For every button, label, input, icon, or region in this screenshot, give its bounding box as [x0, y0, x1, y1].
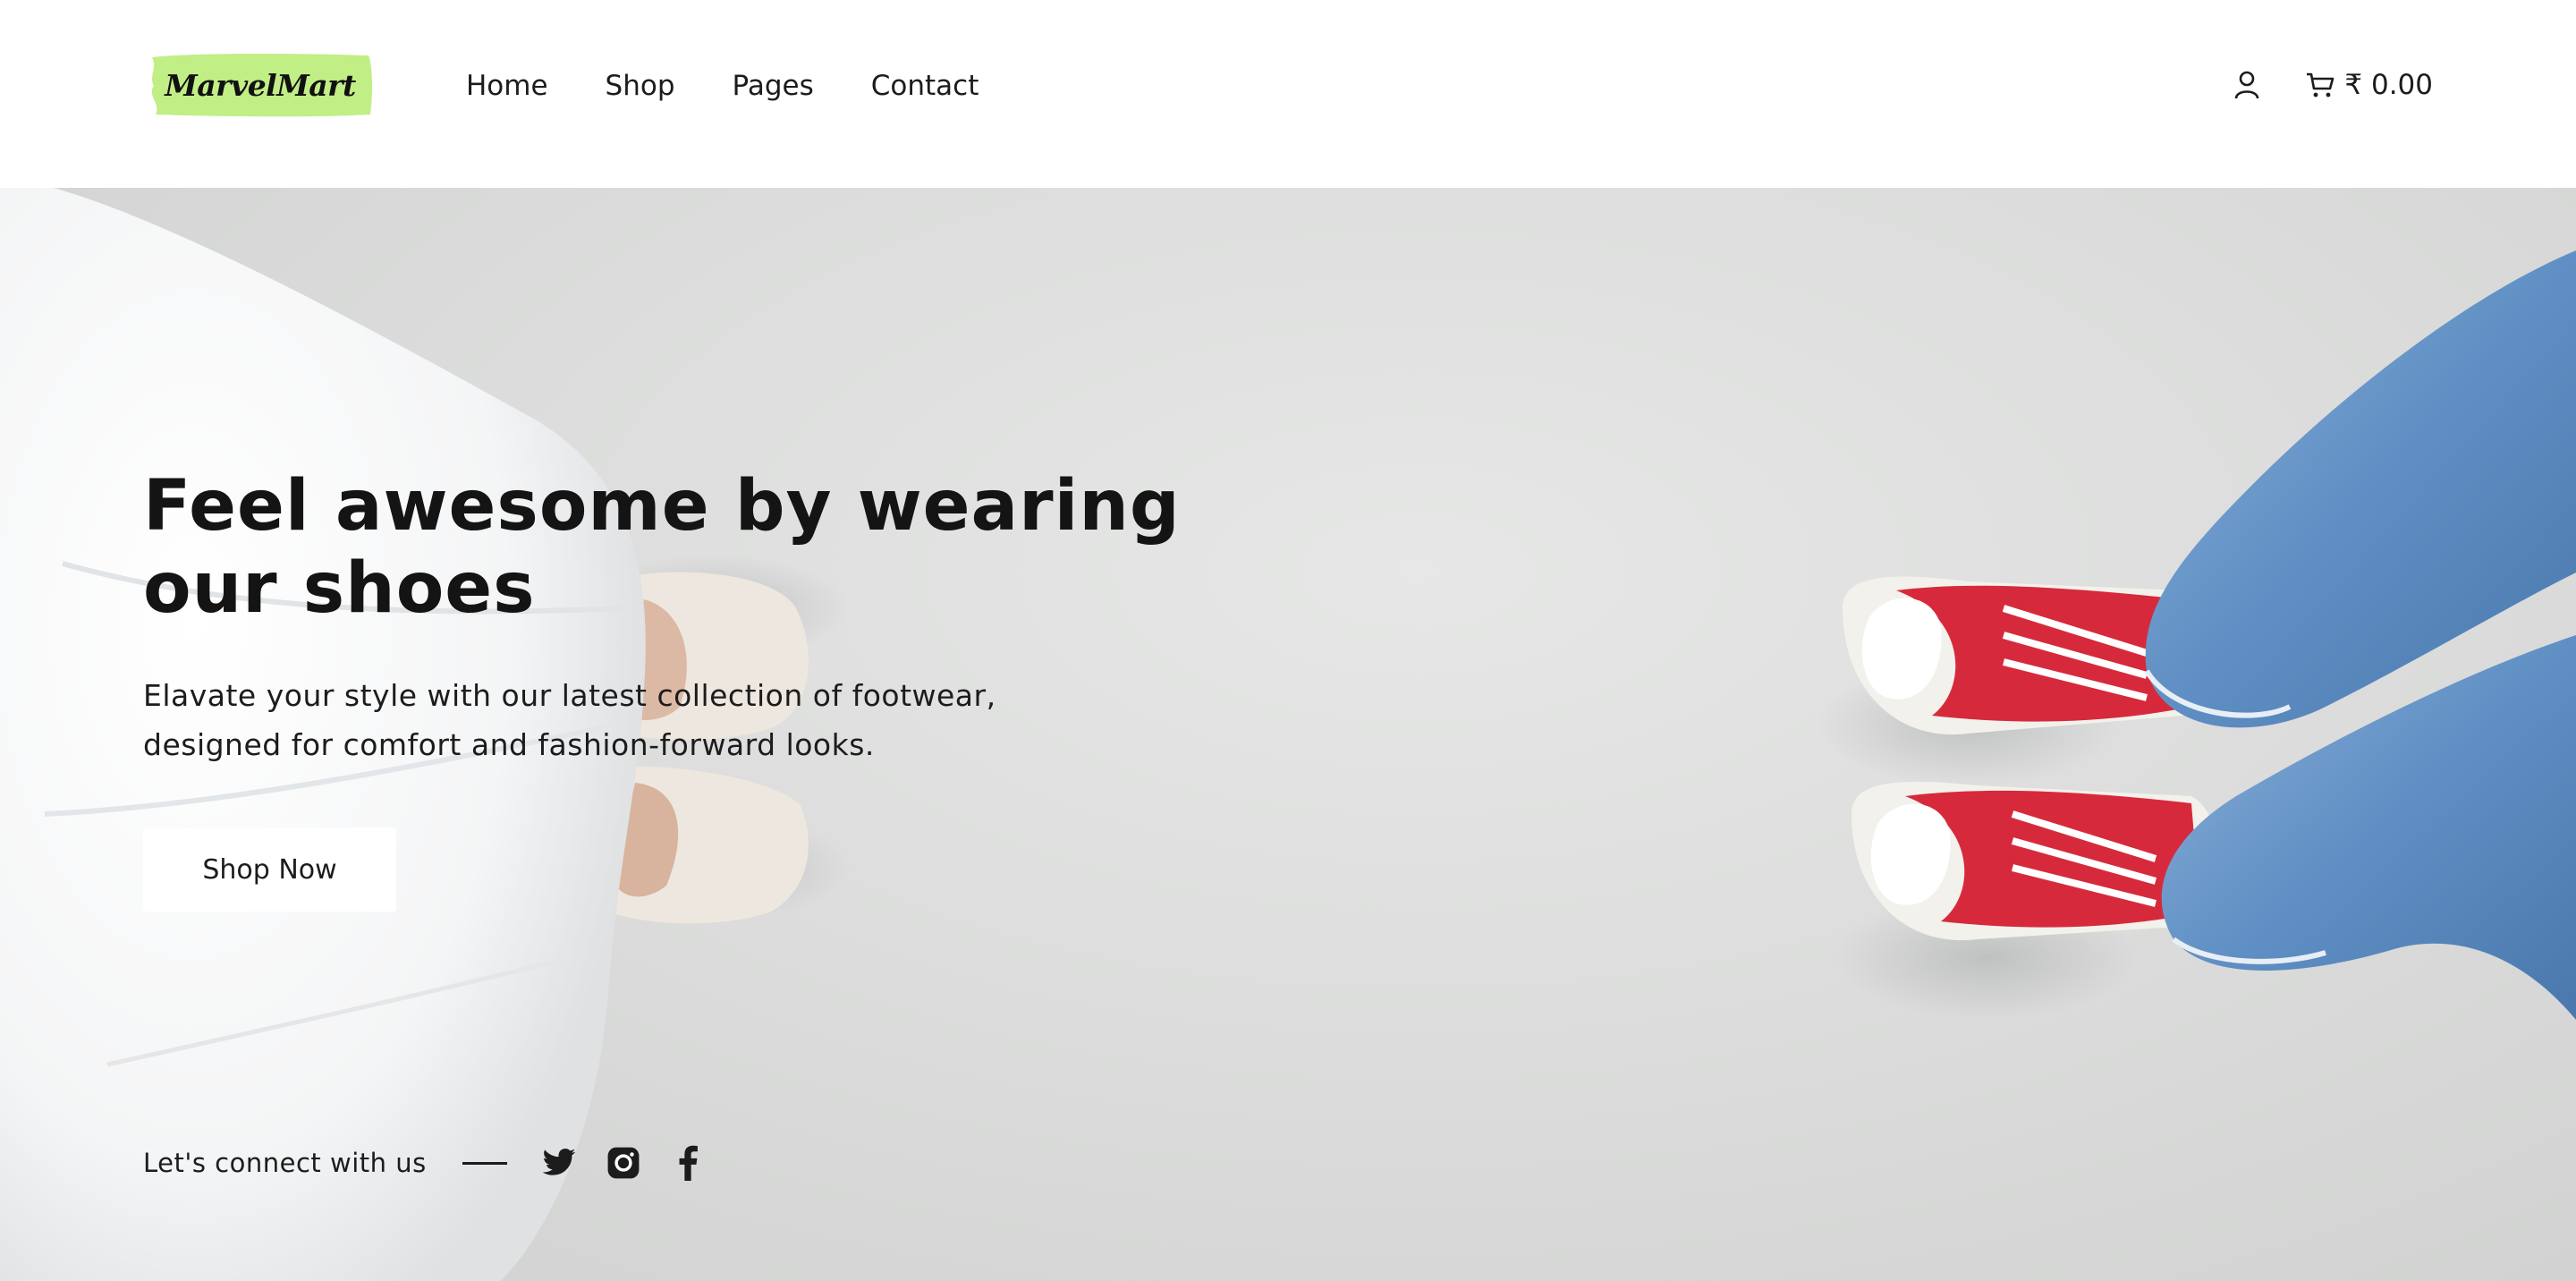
shop-now-button[interactable]: Shop Now: [143, 827, 396, 912]
header-actions: ₹ 0.00: [2233, 61, 2433, 109]
nav-home[interactable]: Home: [466, 70, 548, 102]
cart-button[interactable]: ₹ 0.00: [2305, 69, 2433, 101]
main-nav: Home Shop Pages Contact: [466, 63, 979, 109]
hero-banner: Feel awesome by wearing our shoes Elavat…: [0, 188, 2576, 1281]
brand-name: MarvelMart: [165, 67, 356, 103]
nav-contact[interactable]: Contact: [871, 70, 979, 102]
facebook-icon[interactable]: [668, 1143, 708, 1183]
social-links: Let's connect with us: [143, 1136, 733, 1190]
nav-pages[interactable]: Pages: [733, 70, 814, 102]
brand-logo[interactable]: MarvelMart: [143, 50, 377, 120]
instagram-icon[interactable]: [604, 1143, 643, 1183]
twitter-icon[interactable]: [539, 1143, 579, 1183]
site-header: MarvelMart Home Shop Pages Contact ₹ 0.0…: [0, 0, 2576, 188]
cart-icon: [2307, 72, 2334, 98]
social-divider: [462, 1161, 507, 1165]
social-label: Let's connect with us: [143, 1148, 427, 1178]
hero-title: Feel awesome by wearing our shoes: [143, 466, 1181, 629]
user-icon[interactable]: [2233, 70, 2260, 100]
cart-total: ₹ 0.00: [2344, 69, 2433, 101]
hero-description: Elavate your style with our latest colle…: [143, 678, 996, 762]
nav-shop[interactable]: Shop: [606, 70, 675, 102]
